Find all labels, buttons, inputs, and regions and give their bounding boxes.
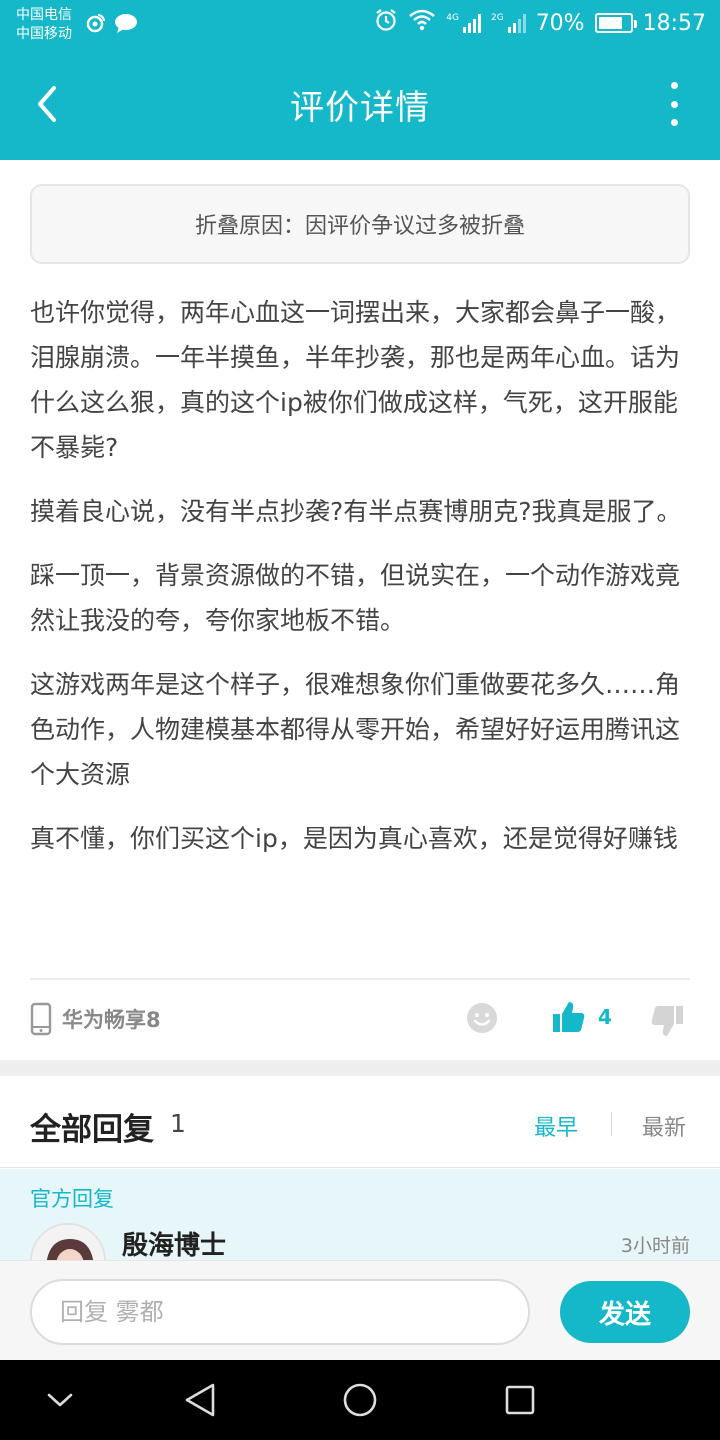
battery-icon — [594, 13, 637, 33]
replies-count: 1 — [170, 1109, 186, 1138]
status-bar: 中国电信 中国移动 4G 2G 70% 18:57 — [0, 0, 720, 50]
clock: 18:57 — [642, 10, 706, 36]
carrier-info: 中国电信 中国移动 — [16, 6, 72, 44]
nav-home-button[interactable] — [336, 1376, 384, 1424]
signal-4g-icon: 4G — [446, 13, 481, 33]
official-reply[interactable]: 官方回复 殷海博士 3小时前 — [0, 1169, 720, 1269]
review-paragraph: 真不懂，你们买这个ip，是因为真心喜欢，还是觉得好赚钱 — [30, 824, 678, 853]
nav-back-button[interactable] — [176, 1376, 224, 1424]
review-meta: 华为畅享8 4 — [30, 1000, 690, 1044]
replies-header: 全部回复 1 最早 最新 — [0, 1076, 720, 1168]
fold-notice: 折叠原因：因评价争议过多被折叠 — [30, 184, 690, 264]
network-type-2: 2G — [490, 13, 504, 23]
replies-title: 全部回复 — [30, 1112, 154, 1148]
reply-input[interactable] — [30, 1279, 530, 1345]
square-recents-icon — [505, 1385, 535, 1415]
signal-2g-icon: 2G — [491, 13, 526, 33]
review-paragraph: 踩一顶一，背景资源做的不错，但说实在，一个动作游戏竟然让我没的夸，夸你家地板不错… — [30, 561, 681, 635]
nav-recents-button[interactable] — [496, 1376, 544, 1424]
review-content: 也许你觉得，两年心血这一词摆出来，大家都会鼻子一酸，泪腺崩溃。一年半摸鱼，半年抄… — [30, 290, 690, 880]
chevron-down-icon — [47, 1393, 73, 1407]
sort-earliest-tab[interactable]: 最早 — [534, 1110, 578, 1142]
section-separator — [0, 1060, 720, 1076]
device-info: 华为畅享8 — [30, 1002, 161, 1036]
triangle-back-icon — [185, 1383, 215, 1417]
message-icon — [114, 12, 138, 38]
more-vertical-icon — [670, 82, 678, 89]
alarm-icon — [374, 8, 398, 38]
carrier-2: 中国移动 — [16, 26, 72, 42]
top-bar: 中国电信 中国移动 4G 2G 70% 18:57 评价详情 — [0, 0, 720, 160]
network-type-1: 4G — [446, 13, 459, 23]
device-name: 华为畅享8 — [62, 1008, 161, 1032]
circle-home-icon — [343, 1383, 377, 1417]
review-paragraph: 也许你觉得，两年心血这一词摆出来，大家都会鼻子一酸，泪腺崩溃。一年半摸鱼，半年抄… — [30, 298, 681, 462]
notification-icons — [84, 12, 138, 38]
system-icons: 4G 2G 70% 18:57 — [374, 8, 706, 38]
weibo-icon — [84, 12, 106, 38]
emoji-button[interactable] — [466, 1002, 498, 1038]
carrier-1: 中国电信 — [16, 7, 72, 23]
smiley-icon — [467, 1003, 497, 1033]
more-button[interactable] — [662, 82, 686, 126]
page-title: 评价详情 — [290, 88, 430, 128]
divider — [30, 978, 690, 980]
sort-latest-tab[interactable]: 最新 — [642, 1110, 686, 1142]
like-button[interactable]: 4 — [552, 1000, 612, 1034]
system-nav-bar — [0, 1360, 720, 1440]
reply-time: 3小时前 — [620, 1235, 690, 1257]
nav-hide-button[interactable] — [36, 1376, 84, 1424]
wifi-icon — [408, 9, 436, 37]
official-reply-label: 官方回复 — [30, 1187, 114, 1211]
review-paragraph: 这游戏两年是这个样子，很难想象你们重做要花多久……角色动作，人物建模基本都得从零… — [30, 670, 681, 789]
phone-icon — [30, 1002, 52, 1036]
sort-separator — [611, 1112, 612, 1136]
send-button[interactable]: 发送 — [560, 1281, 690, 1343]
thumbs-up-icon — [553, 1002, 585, 1032]
thumbs-down-icon — [651, 1006, 683, 1036]
reply-author[interactable]: 殷海博士 — [122, 1225, 226, 1262]
battery-percent: 70% — [535, 10, 585, 36]
compose-bar: 发送 — [0, 1260, 720, 1360]
app-bar: 评价详情 — [0, 50, 720, 160]
review-paragraph: 摸着良心说，没有半点抄袭?有半点赛博朋克?我真是服了。 — [30, 497, 682, 526]
like-count: 4 — [598, 1005, 612, 1029]
dislike-button[interactable] — [650, 1004, 684, 1042]
